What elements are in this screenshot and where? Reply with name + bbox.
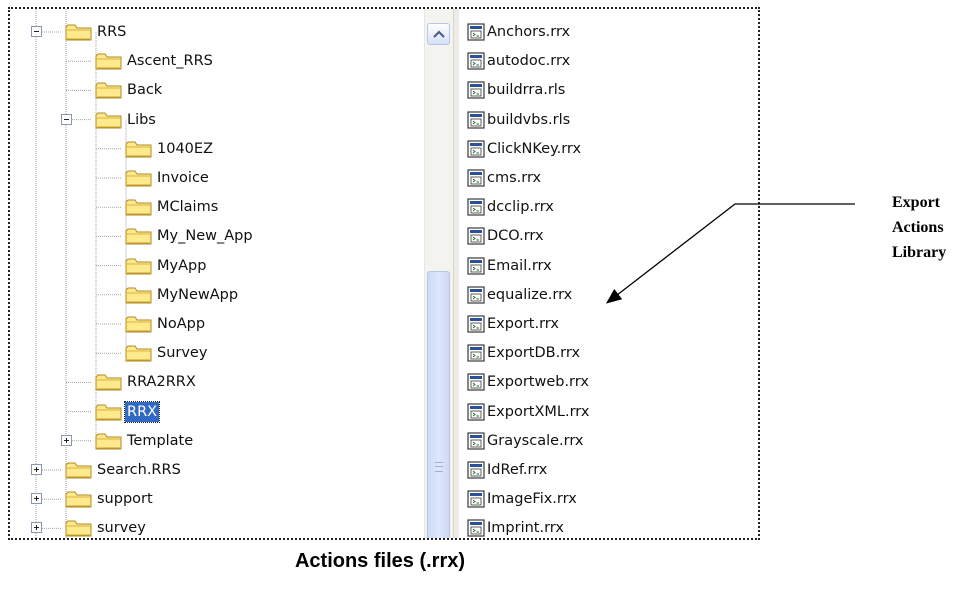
callout-arrow [605, 203, 855, 304]
callout-label-line-1: Export [892, 194, 940, 211]
callout-label: Export Actions Library [892, 190, 972, 265]
figure-caption: Actions files (.rrx) [294, 550, 466, 572]
callout-label-line-2: Actions [892, 219, 944, 236]
callout-label-line-3: Library [892, 244, 947, 261]
